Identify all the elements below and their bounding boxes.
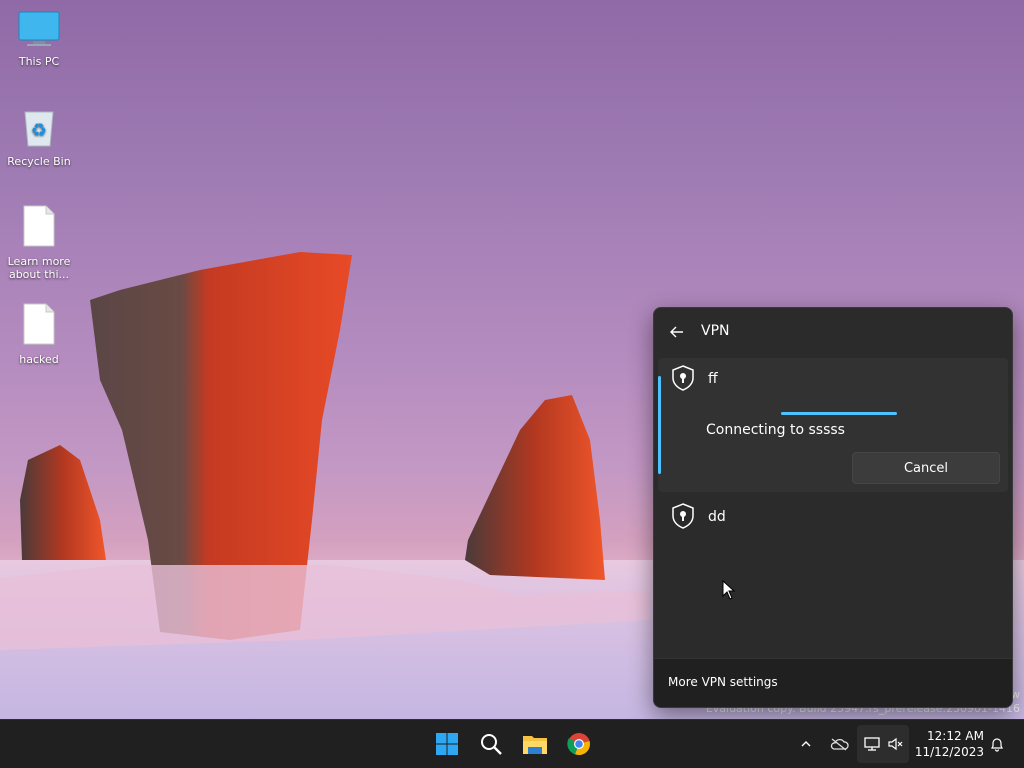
clock-time: 12:12 AM [927, 729, 984, 743]
connection-status: Connecting to sssss [706, 422, 845, 438]
notification-bell-icon [991, 738, 1003, 752]
monitor-icon [18, 11, 60, 46]
onedrive-icon [830, 738, 849, 751]
file-explorer-icon [523, 736, 547, 754]
document-icon [23, 303, 55, 345]
chrome-icon [567, 733, 590, 756]
notification-button[interactable] [986, 720, 1008, 768]
search-icon [481, 734, 502, 755]
show-hidden-icons-button[interactable] [794, 720, 818, 768]
back-button[interactable] [664, 320, 690, 344]
mouse-cursor [722, 580, 736, 600]
vpn-connection-list: ff Connecting to sssss Cancel dd [654, 358, 1012, 658]
svg-text:♻: ♻ [31, 120, 47, 141]
vpn-flyout: VPN ff Connecting to sssss Cancel dd Mor… [653, 307, 1013, 708]
start-button[interactable] [433, 730, 461, 758]
vpn-connection-name: ff [708, 371, 718, 387]
start-icon [436, 733, 458, 755]
vpn-flyout-header: VPN [654, 308, 1012, 356]
vpn-flyout-footer: More VPN settings [654, 658, 1012, 707]
clock-date: 11/12/2023 [914, 745, 984, 759]
more-vpn-settings-link[interactable]: More VPN settings [668, 675, 778, 689]
shield-lock-icon [672, 503, 694, 529]
search-button[interactable] [477, 730, 505, 758]
onedrive-button[interactable] [826, 720, 852, 768]
desktop-icon-label: hacked [19, 353, 59, 366]
vpn-connection-ff[interactable]: ff Connecting to sssss Cancel [658, 358, 1008, 492]
vpn-connection-dd[interactable]: dd [658, 496, 1008, 546]
recycle-bin-icon: ♻ [24, 111, 54, 147]
desktop-icon-recycle-bin[interactable]: ♻ Recycle Bin [3, 106, 75, 168]
network-volume-button[interactable] [857, 725, 909, 763]
connecting-accent-bar [658, 376, 661, 474]
desktop-icon-label: Recycle Bin [7, 155, 71, 168]
file-explorer-button[interactable] [521, 730, 549, 758]
volume-muted-icon [888, 737, 903, 751]
cancel-button[interactable]: Cancel [852, 452, 1000, 484]
desktop-icon-label: Learn more about thi... [7, 255, 71, 281]
desktop-icon-hacked[interactable]: hacked [3, 302, 75, 366]
taskbar: 12:12 AM 11/12/2023 [0, 719, 1024, 768]
desktop-icon-this-pc[interactable]: This PC [3, 10, 75, 68]
taskbar-clock[interactable]: 12:12 AM 11/12/2023 [915, 728, 984, 760]
document-icon [23, 205, 55, 247]
chevron-up-icon [801, 741, 811, 747]
arrow-left-icon [670, 326, 683, 338]
chrome-button[interactable] [565, 730, 593, 758]
connection-progress-bar [781, 412, 897, 415]
desktop-icon-label: This PC [18, 55, 60, 68]
network-icon [864, 737, 880, 751]
vpn-connection-name: dd [708, 509, 726, 525]
desktop-icon-learn-more[interactable]: Learn more about thi... [3, 204, 75, 281]
vpn-flyout-title: VPN [701, 323, 730, 339]
shield-lock-icon [672, 365, 694, 391]
